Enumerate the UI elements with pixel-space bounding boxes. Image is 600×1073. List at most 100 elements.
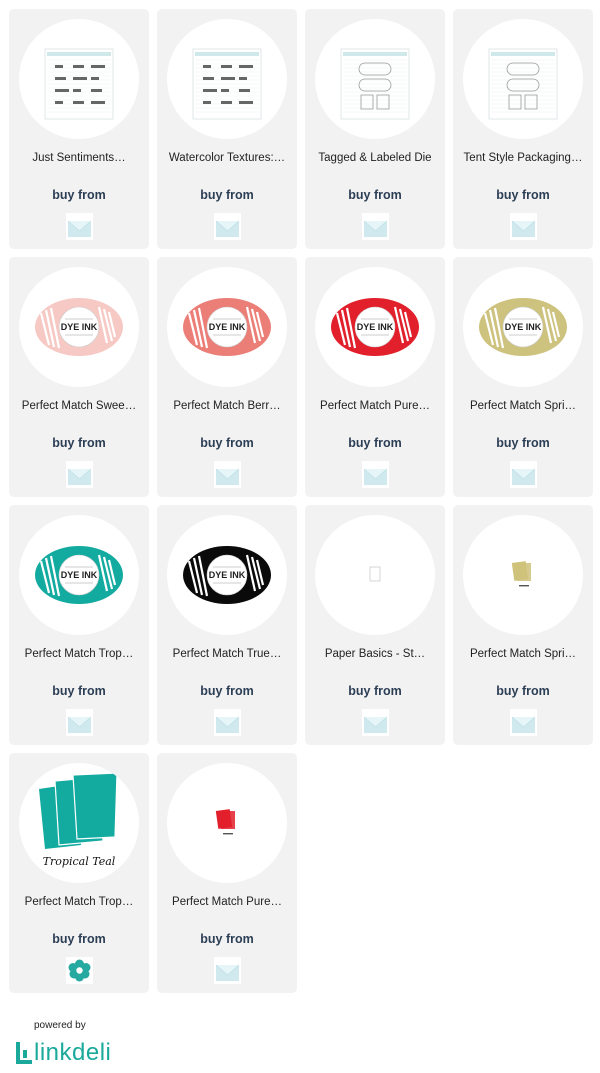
store-link[interactable] bbox=[66, 213, 93, 240]
envelope-store-icon bbox=[66, 213, 93, 240]
buy-from-label[interactable]: buy from bbox=[305, 684, 445, 698]
product-title[interactable]: Tent Style Packaging… bbox=[459, 152, 587, 164]
store-link[interactable] bbox=[214, 957, 241, 984]
store-link[interactable] bbox=[510, 461, 537, 488]
product-title[interactable]: Watercolor Textures:… bbox=[163, 152, 291, 164]
envelope-store-icon bbox=[362, 461, 389, 488]
product-image[interactable]: DYE INK bbox=[167, 515, 287, 635]
product-image[interactable] bbox=[463, 515, 583, 635]
product-title[interactable]: Perfect Match Trop… bbox=[15, 896, 143, 908]
product-image[interactable]: Tropical Teal bbox=[19, 763, 139, 883]
product-card[interactable]: Paper Basics - St… buy from bbox=[305, 505, 445, 745]
product-card[interactable]: DYE INK Perfect Match Swee… buy from bbox=[9, 257, 149, 497]
product-image[interactable] bbox=[463, 19, 583, 139]
buy-from-label[interactable]: buy from bbox=[157, 932, 297, 946]
buy-from-label[interactable]: buy from bbox=[453, 684, 593, 698]
product-title[interactable]: Tagged & Labeled Die bbox=[311, 152, 439, 164]
store-link[interactable] bbox=[362, 213, 389, 240]
svg-text:DYE INK: DYE INK bbox=[209, 570, 246, 580]
product-title[interactable]: Perfect Match Spri… bbox=[459, 400, 587, 412]
cardstock-image bbox=[215, 809, 235, 835]
envelope-store-icon bbox=[510, 461, 537, 488]
product-card[interactable]: DYE INK Perfect Match Pure… buy from bbox=[305, 257, 445, 497]
dye-ink-pad-image: DYE INK bbox=[479, 298, 567, 356]
product-title[interactable]: Perfect Match Trop… bbox=[15, 648, 143, 660]
envelope-store-icon bbox=[214, 957, 241, 984]
envelope-store-icon bbox=[214, 709, 241, 736]
svg-text:DYE INK: DYE INK bbox=[357, 322, 394, 332]
buy-from-label[interactable]: buy from bbox=[305, 188, 445, 202]
buy-from-label[interactable]: buy from bbox=[453, 436, 593, 450]
swatch-label: Tropical Teal bbox=[42, 855, 116, 868]
envelope-store-icon bbox=[362, 709, 389, 736]
product-image[interactable] bbox=[315, 515, 435, 635]
product-card[interactable]: Tagged & Labeled Die buy from bbox=[305, 9, 445, 249]
store-link[interactable] bbox=[66, 461, 93, 488]
svg-text:DYE INK: DYE INK bbox=[61, 322, 98, 332]
buy-from-label[interactable]: buy from bbox=[157, 684, 297, 698]
store-link[interactable] bbox=[362, 461, 389, 488]
product-card[interactable]: DYE INK Perfect Match Berr… buy from bbox=[157, 257, 297, 497]
dye-ink-pad-image: DYE INK bbox=[35, 546, 123, 604]
product-title[interactable]: Perfect Match Berr… bbox=[163, 400, 291, 412]
linkdeli-logo[interactable]: linkdeli bbox=[14, 1036, 111, 1066]
linkdeli-logo-mark bbox=[16, 1042, 32, 1064]
buy-from-label[interactable]: buy from bbox=[157, 436, 297, 450]
store-link[interactable] bbox=[510, 213, 537, 240]
product-image[interactable] bbox=[315, 19, 435, 139]
flower-store-icon bbox=[66, 957, 93, 984]
powered-by-label: powered by bbox=[34, 1020, 86, 1031]
buy-from-label[interactable]: buy from bbox=[9, 932, 149, 946]
envelope-store-icon bbox=[214, 213, 241, 240]
product-card[interactable]: DYE INK Perfect Match Trop… buy from bbox=[9, 505, 149, 745]
buy-from-label[interactable]: buy from bbox=[9, 188, 149, 202]
product-title[interactable]: Perfect Match Swee… bbox=[15, 400, 143, 412]
product-image[interactable]: DYE INK bbox=[167, 267, 287, 387]
product-card[interactable]: Tropical Teal Perfect Match Trop… buy from bbox=[9, 753, 149, 993]
store-link[interactable] bbox=[214, 213, 241, 240]
envelope-store-icon bbox=[510, 709, 537, 736]
envelope-store-icon bbox=[214, 461, 241, 488]
product-card[interactable]: Perfect Match Pure… buy from bbox=[157, 753, 297, 993]
product-image[interactable] bbox=[167, 19, 287, 139]
svg-text:DYE INK: DYE INK bbox=[209, 322, 246, 332]
store-link[interactable] bbox=[510, 709, 537, 736]
product-image[interactable] bbox=[167, 763, 287, 883]
dye-ink-pad-image: DYE INK bbox=[35, 298, 123, 356]
buy-from-label[interactable]: buy from bbox=[9, 436, 149, 450]
product-title[interactable]: Perfect Match Pure… bbox=[311, 400, 439, 412]
product-image[interactable]: DYE INK bbox=[19, 267, 139, 387]
product-card[interactable]: Perfect Match Spri… buy from bbox=[453, 505, 593, 745]
product-image[interactable]: DYE INK bbox=[463, 267, 583, 387]
buy-from-label[interactable]: buy from bbox=[453, 188, 593, 202]
buy-from-label[interactable]: buy from bbox=[305, 436, 445, 450]
blank-paper-image bbox=[369, 566, 381, 582]
cardstock-image bbox=[511, 561, 531, 587]
product-sheet-image bbox=[488, 48, 558, 120]
linkdeli-logo-text: linkdeli bbox=[34, 1039, 112, 1066]
store-link[interactable] bbox=[66, 957, 93, 984]
product-card[interactable]: DYE INK Perfect Match True… buy from bbox=[157, 505, 297, 745]
buy-from-label[interactable]: buy from bbox=[157, 188, 297, 202]
product-image[interactable]: DYE INK bbox=[315, 267, 435, 387]
product-title[interactable]: Perfect Match Pure… bbox=[163, 896, 291, 908]
product-sheet-image bbox=[44, 48, 114, 120]
dye-ink-pad-image: DYE INK bbox=[183, 298, 271, 356]
product-image[interactable]: DYE INK bbox=[19, 515, 139, 635]
store-link[interactable] bbox=[214, 709, 241, 736]
product-card[interactable]: Tent Style Packaging… buy from bbox=[453, 9, 593, 249]
buy-from-label[interactable]: buy from bbox=[9, 684, 149, 698]
product-title[interactable]: Paper Basics - St… bbox=[311, 648, 439, 660]
product-card[interactable]: Just Sentiments… buy from bbox=[9, 9, 149, 249]
dye-ink-pad-image: DYE INK bbox=[331, 298, 419, 356]
store-link[interactable] bbox=[214, 461, 241, 488]
product-title[interactable]: Perfect Match True… bbox=[163, 648, 291, 660]
product-card[interactable]: DYE INK Perfect Match Spri… buy from bbox=[453, 257, 593, 497]
product-title[interactable]: Just Sentiments… bbox=[15, 152, 143, 164]
product-sheet-image bbox=[340, 48, 410, 120]
product-image[interactable] bbox=[19, 19, 139, 139]
product-card[interactable]: Watercolor Textures:… buy from bbox=[157, 9, 297, 249]
store-link[interactable] bbox=[66, 709, 93, 736]
product-title[interactable]: Perfect Match Spri… bbox=[459, 648, 587, 660]
store-link[interactable] bbox=[362, 709, 389, 736]
